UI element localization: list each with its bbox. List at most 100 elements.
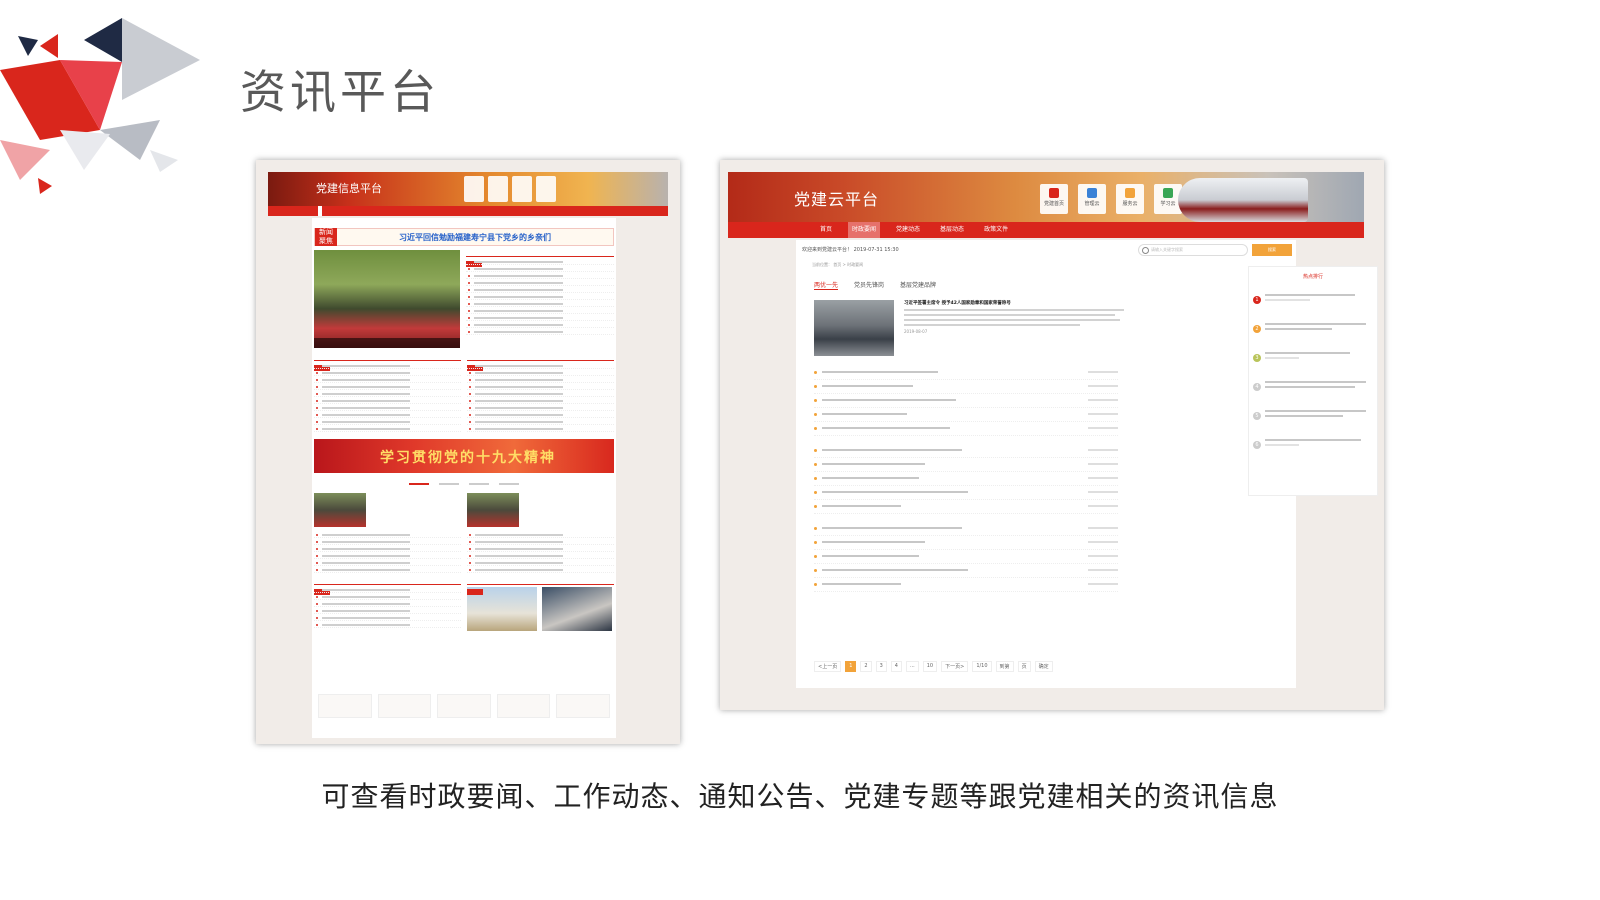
nav-news[interactable]: 时政要闻 (848, 222, 881, 238)
tab[interactable] (499, 483, 519, 485)
list-item[interactable] (814, 422, 1118, 436)
list-item[interactable] (314, 391, 461, 397)
service-cloud-button[interactable]: 服务云 (1116, 184, 1144, 214)
featured-title[interactable]: 习近平签署主席令 授予42人国家勋章和国家荣誉称号 (904, 300, 1124, 306)
list-item[interactable] (814, 536, 1118, 550)
page-button[interactable]: 1 (845, 661, 857, 672)
list-item[interactable] (467, 546, 614, 552)
list-item[interactable] (814, 444, 1118, 458)
list-item[interactable] (814, 500, 1118, 514)
list-item[interactable] (466, 266, 614, 272)
list-item[interactable] (466, 315, 614, 321)
tab[interactable] (439, 483, 459, 485)
manage-cloud-button[interactable]: 管理云 (1078, 184, 1106, 214)
topic-banner[interactable]: 学习贯彻党的十九大精神 (314, 439, 614, 473)
list-item[interactable] (314, 567, 461, 573)
list-item[interactable] (314, 587, 461, 593)
list-item[interactable] (467, 553, 614, 559)
list-item[interactable] (467, 412, 614, 418)
list-item[interactable] (314, 363, 461, 369)
topic-thumbnail[interactable] (314, 493, 366, 527)
hot-item[interactable]: 4 (1249, 381, 1377, 407)
list-item[interactable] (814, 366, 1118, 380)
shortcut-tile[interactable] (377, 694, 432, 718)
list-item[interactable] (314, 426, 461, 432)
list-item[interactable] (467, 560, 614, 566)
list-item[interactable] (814, 458, 1118, 472)
news-photo[interactable] (314, 250, 460, 348)
list-item[interactable] (467, 426, 614, 432)
page-button[interactable]: 4 (890, 661, 902, 672)
shortcut-tile[interactable] (318, 694, 372, 718)
list-item[interactable] (466, 294, 614, 300)
shortcut-tile[interactable] (437, 694, 491, 718)
nav-home[interactable]: 首页 (816, 222, 836, 238)
nav-party-updates[interactable]: 党建动态 (892, 222, 924, 238)
hot-item[interactable]: 1 (1249, 294, 1377, 320)
list-item[interactable] (467, 384, 614, 390)
list-item[interactable] (467, 567, 614, 573)
list-item[interactable] (466, 280, 614, 286)
list-item[interactable] (467, 398, 614, 404)
study-icon[interactable] (536, 176, 556, 202)
tab-brand[interactable]: 基层党建品牌 (900, 280, 936, 290)
list-item[interactable] (314, 384, 461, 390)
list-item[interactable] (814, 380, 1118, 394)
shortcut-tile[interactable] (556, 694, 610, 718)
list-item[interactable] (814, 550, 1118, 564)
list-item[interactable] (814, 564, 1118, 578)
list-item[interactable] (467, 377, 614, 383)
topic-thumbnail[interactable] (467, 493, 519, 527)
list-item[interactable] (467, 363, 614, 369)
confirm-button[interactable]: 确定 (1034, 661, 1053, 672)
service-icon[interactable] (512, 176, 532, 202)
page-button[interactable]: 10 (922, 661, 938, 672)
list-item[interactable] (314, 398, 461, 404)
list-item[interactable] (467, 419, 614, 425)
list-item[interactable] (314, 412, 461, 418)
headline-box[interactable]: 新闻 聚焦 习近平回信勉励福建寿宁县下党乡的乡亲们 (314, 228, 614, 246)
page-button[interactable]: 3 (875, 661, 887, 672)
list-item[interactable] (466, 308, 614, 314)
nav-item[interactable] (318, 206, 322, 216)
list-item[interactable] (314, 419, 461, 425)
list-item[interactable] (466, 273, 614, 279)
list-item[interactable] (814, 486, 1118, 500)
list-item[interactable] (314, 539, 461, 545)
hot-item[interactable]: 6 (1249, 439, 1377, 465)
list-item[interactable] (814, 408, 1118, 422)
grid-icon[interactable] (488, 176, 508, 202)
list-item[interactable] (314, 622, 461, 628)
tab[interactable] (409, 483, 429, 485)
list-item[interactable] (314, 546, 461, 552)
list-item[interactable] (814, 522, 1118, 536)
train-photo[interactable] (542, 587, 613, 631)
list-item[interactable] (814, 472, 1118, 486)
hot-item[interactable]: 5 (1249, 410, 1377, 436)
hot-item[interactable]: 3 (1249, 352, 1377, 378)
list-item[interactable] (466, 322, 614, 328)
featured-article[interactable]: 习近平签署主席令 授予42人国家勋章和国家荣誉称号 2019-08-07 (796, 294, 1296, 362)
search-input[interactable]: 请输入关键字搜索 (1138, 244, 1248, 256)
list-item[interactable] (467, 405, 614, 411)
nav-policy[interactable]: 政策文件 (980, 222, 1012, 238)
list-item[interactable] (467, 391, 614, 397)
nav-grassroots[interactable]: 基层动态 (936, 222, 968, 238)
headline-text[interactable]: 习近平回信勉励福建寿宁县下党乡的乡亲们 (337, 232, 613, 243)
list-item[interactable] (814, 578, 1118, 592)
list-item[interactable] (314, 405, 461, 411)
home-icon[interactable] (464, 176, 484, 202)
tab-two-excellence[interactable]: 两优一先 (814, 280, 839, 290)
search-button[interactable]: 搜索 (1252, 244, 1292, 256)
list-item[interactable] (466, 287, 614, 293)
home-button[interactable]: 党建首页 (1040, 184, 1068, 214)
list-item[interactable] (314, 370, 461, 376)
list-item[interactable] (814, 394, 1118, 408)
list-item[interactable] (314, 532, 461, 538)
shortcut-tile[interactable] (496, 694, 551, 718)
hot-item[interactable]: 2 (1249, 323, 1377, 349)
list-item[interactable] (314, 601, 461, 607)
list-item[interactable] (466, 301, 614, 307)
list-item[interactable] (466, 259, 614, 265)
list-item[interactable] (314, 608, 461, 614)
